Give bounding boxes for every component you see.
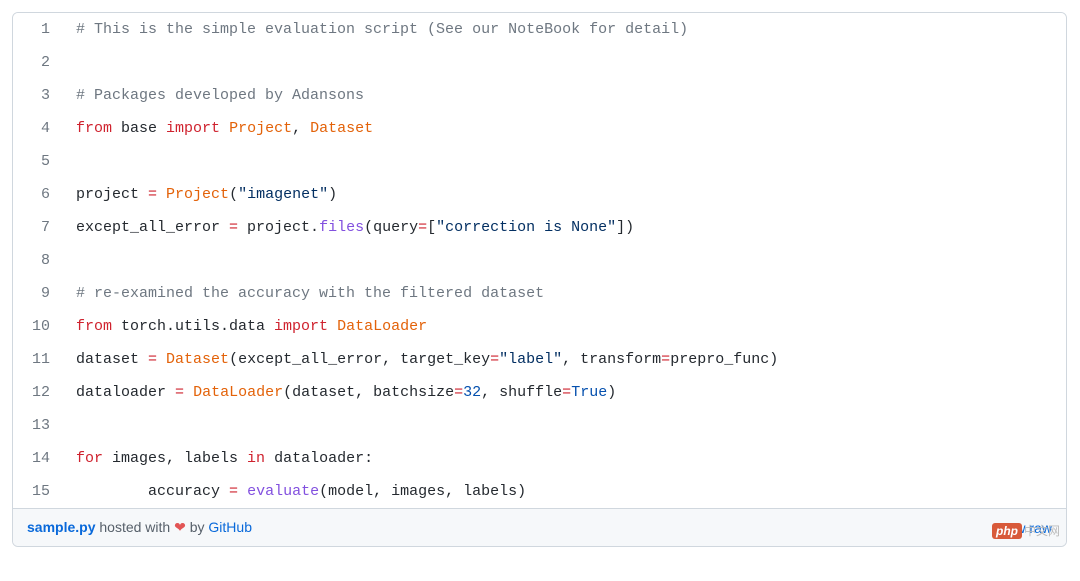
code-line: 14for images, labels in dataloader: bbox=[13, 442, 1066, 475]
code-content: dataset = Dataset(except_all_error, targ… bbox=[68, 343, 778, 376]
code-line: 11dataset = Dataset(except_all_error, ta… bbox=[13, 343, 1066, 376]
code-content bbox=[68, 145, 85, 178]
code-content: except_all_error = project.files(query=[… bbox=[68, 211, 634, 244]
hosted-with-text: hosted with bbox=[99, 519, 174, 535]
line-number[interactable]: 9 bbox=[13, 277, 68, 310]
code-line: 2 bbox=[13, 46, 1066, 79]
code-content: dataloader = DataLoader(dataset, batchsi… bbox=[68, 376, 616, 409]
code-line: 1# This is the simple evaluation script … bbox=[13, 13, 1066, 46]
code-area: 1# This is the simple evaluation script … bbox=[13, 13, 1066, 508]
code-line: 15 accuracy = evaluate(model, images, la… bbox=[13, 475, 1066, 508]
code-content: project = Project("imagenet") bbox=[68, 178, 337, 211]
code-content: # This is the simple evaluation script (… bbox=[68, 13, 688, 46]
gist-footer: sample.py hosted with ❤ by GitHub view r… bbox=[13, 508, 1066, 546]
line-number[interactable]: 11 bbox=[13, 343, 68, 376]
view-raw-link[interactable]: view raw bbox=[998, 520, 1052, 536]
line-number[interactable]: 13 bbox=[13, 409, 68, 442]
code-line: 7except_all_error = project.files(query=… bbox=[13, 211, 1066, 244]
line-number[interactable]: 2 bbox=[13, 46, 68, 79]
line-number[interactable]: 5 bbox=[13, 145, 68, 178]
by-text: by bbox=[190, 519, 209, 535]
code-content: # Packages developed by Adansons bbox=[68, 79, 364, 112]
code-content: # re-examined the accuracy with the filt… bbox=[68, 277, 544, 310]
line-number[interactable]: 15 bbox=[13, 475, 68, 508]
code-content bbox=[68, 244, 85, 277]
code-content bbox=[68, 46, 85, 79]
line-number[interactable]: 7 bbox=[13, 211, 68, 244]
code-content: accuracy = evaluate(model, images, label… bbox=[68, 475, 526, 508]
code-line: 4from base import Project, Dataset bbox=[13, 112, 1066, 145]
heart-icon: ❤ bbox=[174, 519, 186, 535]
footer-left: sample.py hosted with ❤ by GitHub bbox=[27, 519, 252, 536]
line-number[interactable]: 6 bbox=[13, 178, 68, 211]
line-number[interactable]: 8 bbox=[13, 244, 68, 277]
code-line: 12dataloader = DataLoader(dataset, batch… bbox=[13, 376, 1066, 409]
code-content: from torch.utils.data import DataLoader bbox=[68, 310, 427, 343]
line-number[interactable]: 12 bbox=[13, 376, 68, 409]
line-number[interactable]: 4 bbox=[13, 112, 68, 145]
line-number[interactable]: 10 bbox=[13, 310, 68, 343]
code-line: 9# re-examined the accuracy with the fil… bbox=[13, 277, 1066, 310]
gist-container: 1# This is the simple evaluation script … bbox=[12, 12, 1067, 547]
code-line: 3# Packages developed by Adansons bbox=[13, 79, 1066, 112]
code-line: 10from torch.utils.data import DataLoade… bbox=[13, 310, 1066, 343]
line-number[interactable]: 14 bbox=[13, 442, 68, 475]
code-line: 8 bbox=[13, 244, 1066, 277]
code-line: 5 bbox=[13, 145, 1066, 178]
filename-link[interactable]: sample.py bbox=[27, 519, 95, 535]
code-content: from base import Project, Dataset bbox=[68, 112, 373, 145]
code-content: for images, labels in dataloader: bbox=[68, 442, 373, 475]
github-link[interactable]: GitHub bbox=[208, 519, 252, 535]
line-number[interactable]: 3 bbox=[13, 79, 68, 112]
code-line: 13 bbox=[13, 409, 1066, 442]
line-number[interactable]: 1 bbox=[13, 13, 68, 46]
code-line: 6project = Project("imagenet") bbox=[13, 178, 1066, 211]
code-content bbox=[68, 409, 85, 442]
